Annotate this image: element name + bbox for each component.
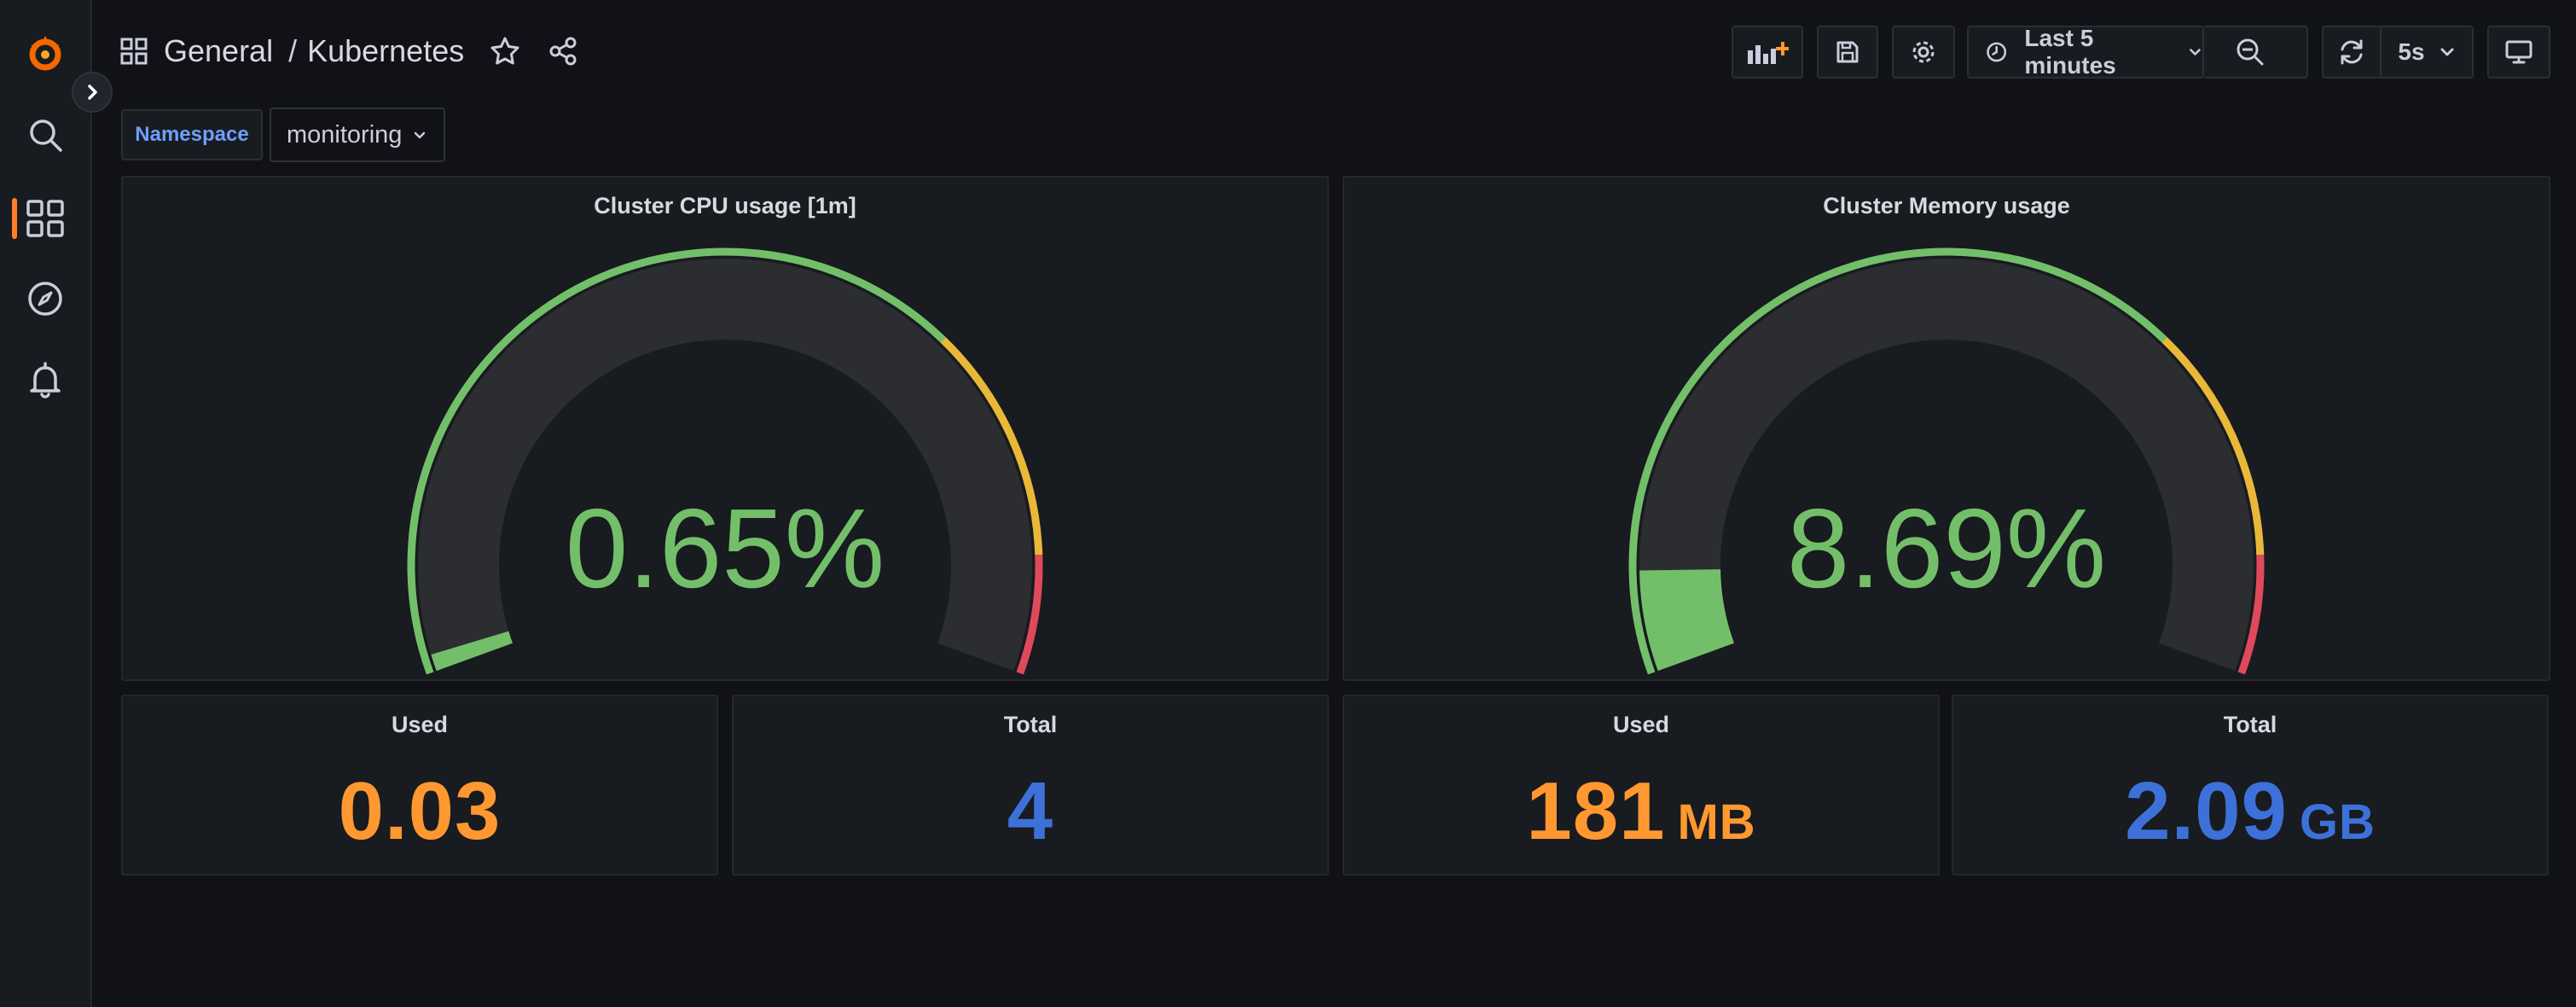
- stat-number: 4: [1007, 765, 1054, 857]
- refresh-interval-picker[interactable]: 5s: [2382, 26, 2474, 79]
- cpu-gauge: 0.65%: [407, 247, 1043, 675]
- grafana-logo-icon: [29, 36, 61, 71]
- chevron-down-icon: [2440, 48, 2454, 56]
- breadcrumb-separator: /: [288, 33, 298, 68]
- compass-icon: [28, 282, 62, 316]
- save-dashboard-button[interactable]: [1817, 26, 1878, 79]
- stat-number: 2.09: [2125, 765, 2288, 857]
- zoom-out-button[interactable]: [2204, 26, 2308, 79]
- dashboards-nav[interactable]: [0, 184, 90, 253]
- alerting-nav[interactable]: [0, 346, 90, 415]
- zoom-out-icon: [2237, 38, 2264, 66]
- clock-icon: [1987, 42, 2007, 62]
- chevron-down-icon: [2190, 49, 2201, 55]
- breadcrumb-dashboard[interactable]: Kubernetes: [307, 33, 464, 69]
- memory-total-panel[interactable]: Total 2.09 GB: [1952, 695, 2549, 876]
- panel-title: Total: [1003, 712, 1058, 737]
- breadcrumb-folder[interactable]: General: [164, 33, 273, 69]
- search-icon: [30, 119, 62, 152]
- panel-title: Total: [2223, 712, 2277, 737]
- panel-title: Used: [391, 712, 449, 737]
- explore-nav[interactable]: [0, 265, 90, 333]
- refresh-interval-label: 5s: [2398, 38, 2425, 65]
- chevron-down-icon: [415, 131, 426, 139]
- tv-mode-button[interactable]: [2487, 26, 2550, 79]
- save-icon: [1836, 41, 1859, 63]
- stat-value: 181 MB: [1344, 765, 1938, 859]
- cpu-usage-panel[interactable]: Cluster CPU usage [1m] 0.65%: [121, 176, 1329, 681]
- sidebar: [0, 0, 92, 1007]
- cpu-total-panel[interactable]: Total 4: [732, 695, 1329, 876]
- gear-icon: [1912, 41, 1935, 63]
- dashboards-grid-icon: [26, 200, 64, 237]
- stat-value: 2.09 GB: [1953, 765, 2547, 859]
- refresh-button[interactable]: [2322, 26, 2382, 79]
- share-icon[interactable]: [548, 36, 578, 67]
- gauge-value: 8.69%: [1787, 486, 2106, 611]
- stat-number: 0.03: [338, 765, 502, 857]
- dashboard-settings-button[interactable]: [1892, 26, 1955, 79]
- panel-title: Used: [1612, 712, 1670, 737]
- breadcrumb: General / Kubernetes: [119, 27, 578, 75]
- gauge-value: 0.65%: [566, 486, 885, 611]
- namespace-variable-select[interactable]: monitoring: [270, 108, 445, 162]
- dashboard-grid-icon: [120, 38, 148, 65]
- memory-used-panel[interactable]: Used 181 MB: [1343, 695, 1940, 876]
- cpu-used-panel[interactable]: Used 0.03: [121, 695, 718, 876]
- bell-icon: [30, 362, 61, 399]
- monitor-icon: [2505, 40, 2532, 64]
- memory-gauge: 8.69%: [1628, 247, 2265, 675]
- star-icon[interactable]: [490, 36, 520, 67]
- chevron-right-icon: [88, 84, 97, 100]
- namespace-variable-label: Namespace: [121, 109, 263, 160]
- stat-unit: MB: [1677, 795, 1756, 850]
- stat-value: 4: [734, 765, 1327, 859]
- stat-value: 0.03: [123, 765, 717, 859]
- memory-usage-panel[interactable]: Cluster Memory usage 8.69%: [1343, 176, 2550, 681]
- gauge-value-fill: [1639, 569, 1734, 672]
- search-nav[interactable]: [0, 101, 90, 169]
- time-range-picker[interactable]: Last 5 minutes: [1967, 25, 2204, 79]
- add-panel-icon: [1748, 42, 1789, 64]
- time-range-label: Last 5 minutes: [2024, 25, 2116, 79]
- stat-number: 181: [1526, 765, 1666, 857]
- expand-sidebar-button[interactable]: [72, 72, 113, 113]
- add-panel-button[interactable]: [1732, 26, 1803, 79]
- namespace-variable-value: monitoring: [287, 120, 403, 148]
- stat-unit: GB: [2299, 795, 2376, 850]
- refresh-icon: [2341, 39, 2363, 65]
